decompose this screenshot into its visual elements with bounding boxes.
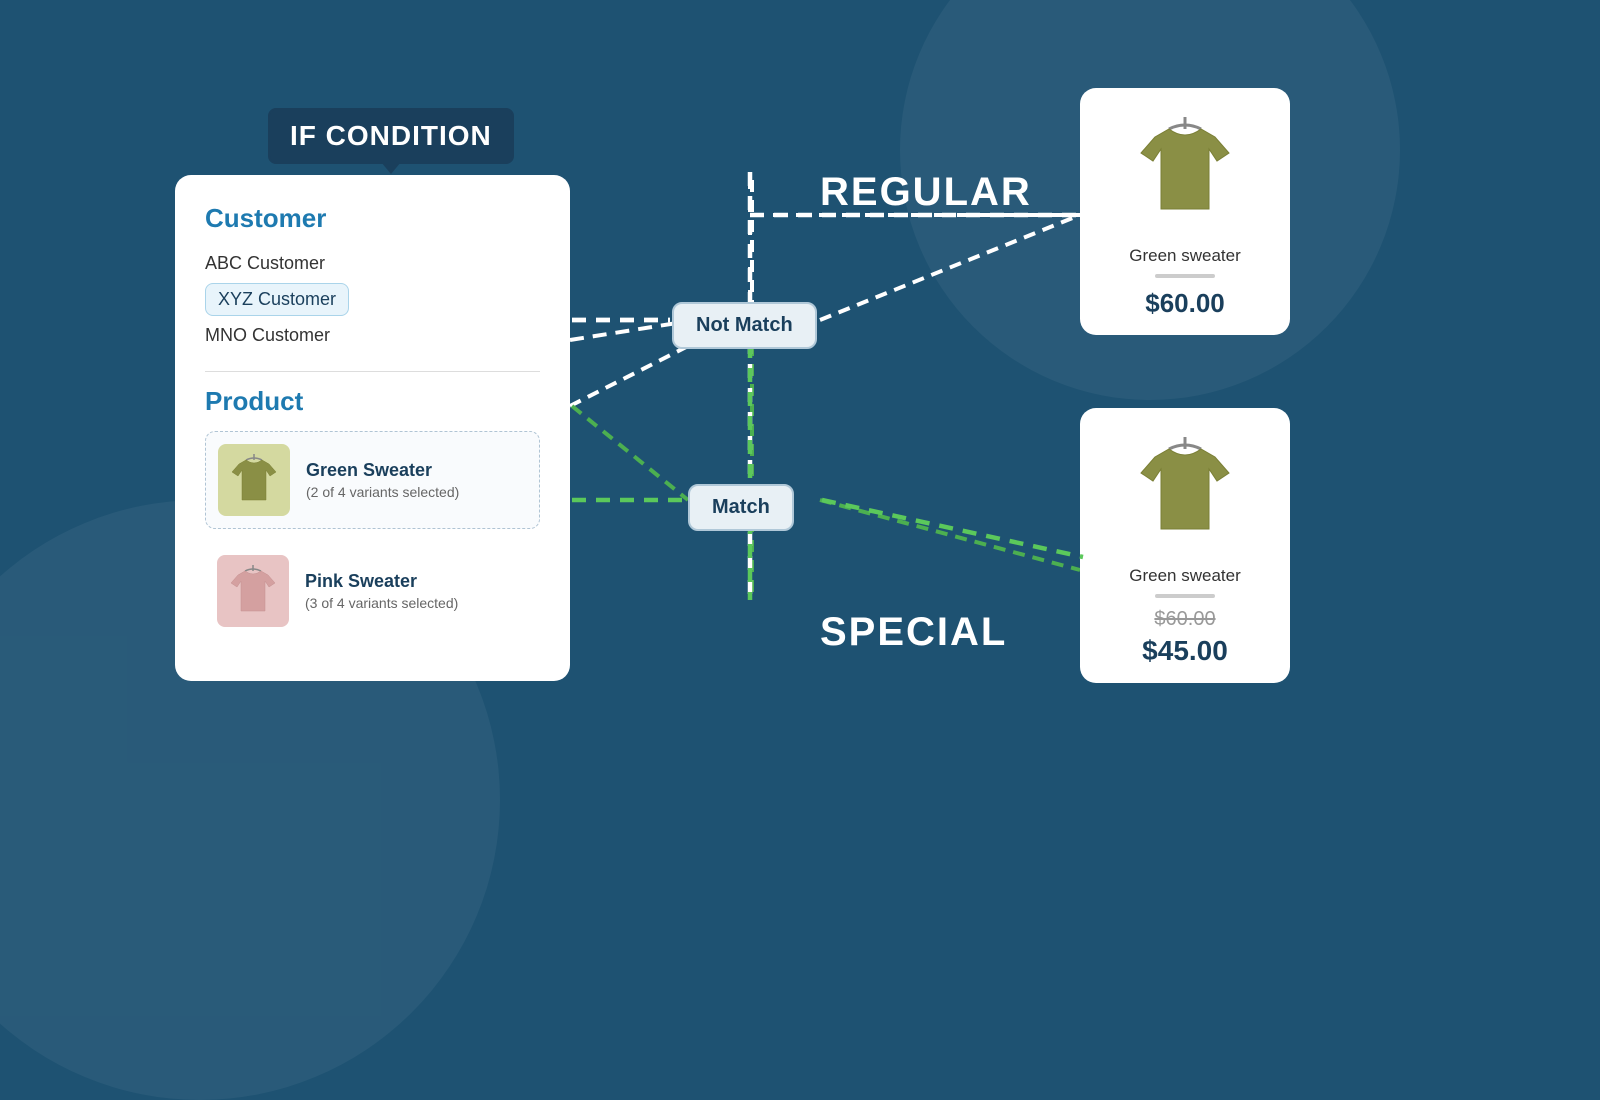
customer-list: ABC Customer XYZ Customer MNO Customer [205,248,540,351]
not-match-label: Not Match [696,314,793,336]
customer-mno: MNO Customer [205,320,540,351]
pink-sweater-thumbnail [217,555,289,627]
regular-card-divider [1155,274,1215,278]
special-card-name: Green sweater [1096,566,1274,586]
regular-card-image [1120,104,1250,234]
match-node[interactable]: Match [688,484,794,531]
special-card-sale-price: $45.00 [1096,635,1274,667]
product-item-pink: Pink Sweater (3 of 4 variants selected) [205,543,540,639]
section-divider [205,371,540,372]
green-sweater-icon [224,450,284,510]
special-sweater-icon [1125,429,1245,549]
not-match-node[interactable]: Not Match [672,302,817,349]
pink-sweater-icon [223,561,283,621]
special-card-original-price: $60.00 [1096,608,1274,631]
regular-card-price: $60.00 [1096,288,1274,319]
pink-sweater-info: Pink Sweater (3 of 4 variants selected) [305,571,458,611]
customer-section-title: Customer [205,203,540,234]
if-condition-badge: IF CONDITION [268,108,514,164]
pink-sweater-name: Pink Sweater [305,571,458,592]
special-label: SPECIAL [820,610,1007,655]
customer-abc: ABC Customer [205,248,540,279]
customer-xyz[interactable]: XYZ Customer [205,283,349,316]
badge-label: IF CONDITION [290,120,492,151]
regular-sweater-icon [1125,109,1245,229]
special-card-image [1120,424,1250,554]
regular-label: REGULAR [820,170,1032,215]
pink-sweater-variants: (3 of 4 variants selected) [305,595,458,611]
regular-product-card: Green sweater $60.00 [1080,88,1290,335]
special-product-card: Green sweater $60.00 $45.00 [1080,408,1290,683]
match-label: Match [712,496,770,518]
green-sweater-name: Green Sweater [306,460,459,481]
condition-panel: Customer ABC Customer XYZ Customer MNO C… [175,175,570,681]
regular-card-name: Green sweater [1096,246,1274,266]
green-sweater-thumbnail [218,444,290,516]
green-sweater-variants: (2 of 4 variants selected) [306,484,459,500]
product-item-green: Green Sweater (2 of 4 variants selected) [205,431,540,529]
green-sweater-info: Green Sweater (2 of 4 variants selected) [306,460,459,500]
special-card-divider [1155,594,1215,598]
product-section-title: Product [205,386,540,417]
